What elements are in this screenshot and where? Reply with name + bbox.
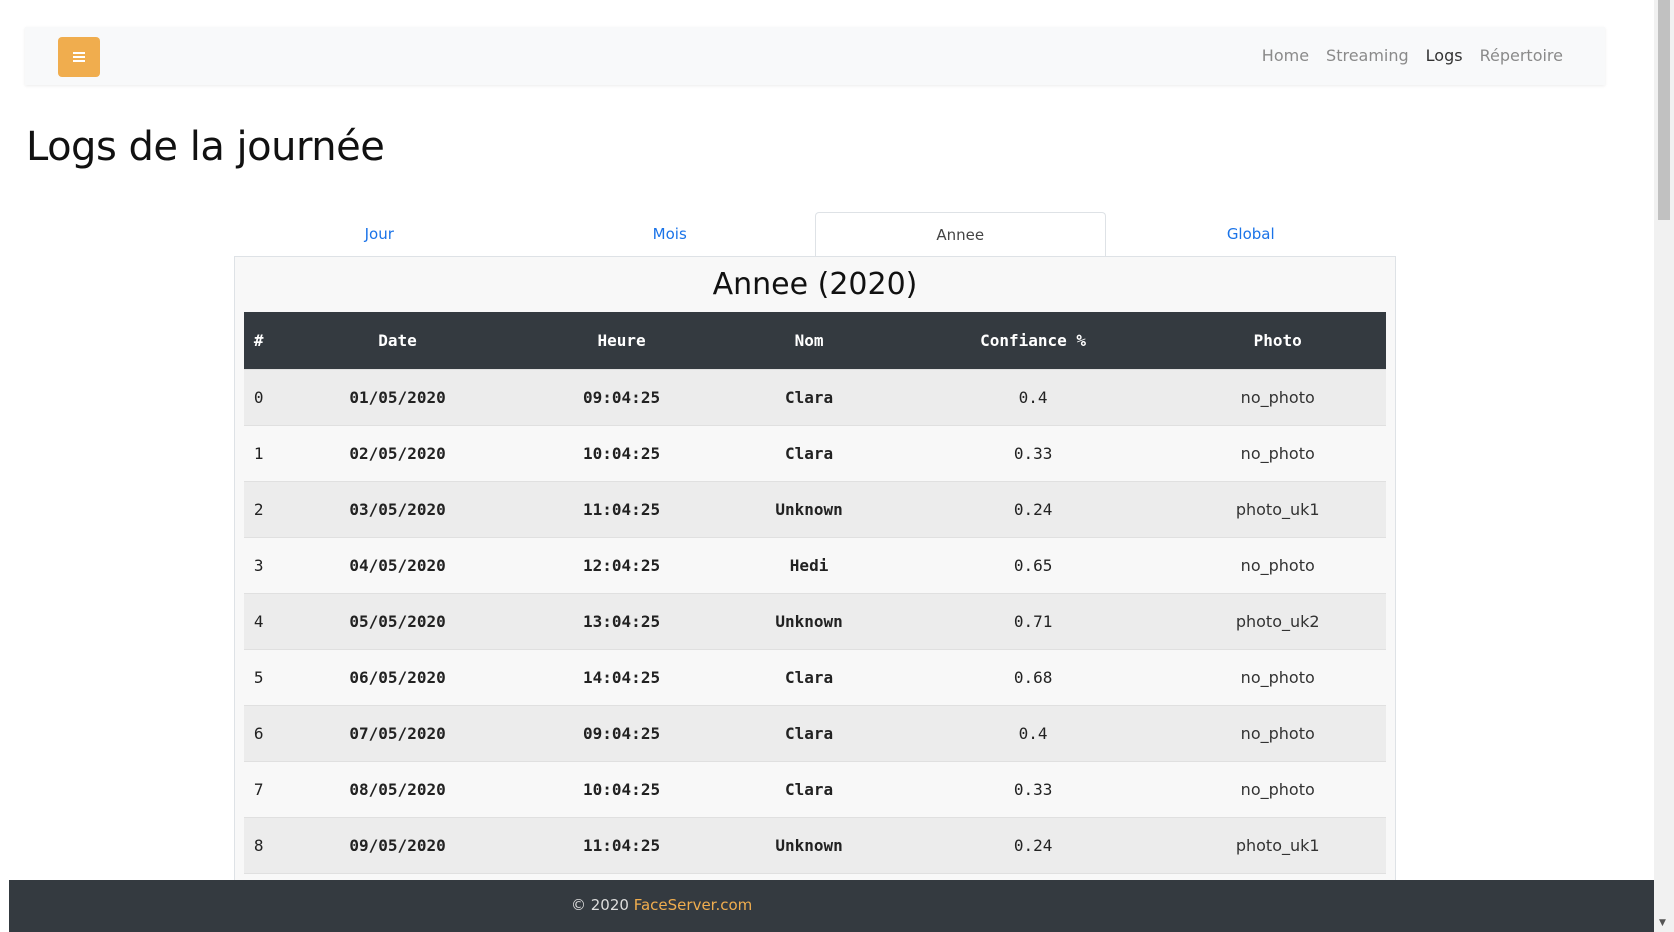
scroll-down-arrow-icon[interactable]: ▼ <box>1659 918 1666 928</box>
cell-nom: Hedi <box>721 537 897 594</box>
tab-jour[interactable]: Jour <box>234 212 524 256</box>
cell-photo: no_photo <box>1169 649 1386 706</box>
cell-date: 05/05/2020 <box>273 593 522 650</box>
cell-index: 8 <box>244 817 274 874</box>
scrollbar-thumb[interactable] <box>1658 0 1670 220</box>
footer-copyright: © 2020 FaceServer.com <box>571 896 752 914</box>
cell-confiance: 0.4 <box>896 369 1170 426</box>
nav-link-home[interactable]: Home <box>1262 46 1309 65</box>
cell-date: 03/05/2020 <box>273 481 522 538</box>
column-header-nom: Nom <box>721 312 897 370</box>
tab-global[interactable]: Global <box>1106 212 1396 256</box>
cell-index: 7 <box>244 761 274 818</box>
cell-confiance: 0.24 <box>896 817 1170 874</box>
cell-confiance: 0.33 <box>896 425 1170 482</box>
cell-confiance: 0.65 <box>896 537 1170 594</box>
tab-mois[interactable]: Mois <box>524 212 814 256</box>
cell-heure: 11:04:25 <box>521 817 722 874</box>
table-row: 6 07/05/2020 09:04:25 Clara 0.4 no_photo <box>244 705 1386 762</box>
cell-nom: Clara <box>721 705 897 762</box>
cell-index: 3 <box>244 537 274 594</box>
cell-photo: photo_uk2 <box>1169 593 1386 650</box>
cell-index: 5 <box>244 649 274 706</box>
navbar: Home Streaming Logs Répertoire <box>25 27 1605 85</box>
cell-photo: photo_uk1 <box>1169 481 1386 538</box>
cell-index: 4 <box>244 593 274 650</box>
column-header-photo: Photo <box>1169 312 1386 370</box>
cell-heure: 09:04:25 <box>521 369 722 426</box>
panel-title: Annee (2020) <box>712 267 918 302</box>
menu-toggle-button[interactable] <box>58 37 100 77</box>
page-scrollbar[interactable]: ▼ <box>1654 0 1674 932</box>
page-title: Logs de la journée <box>26 124 385 170</box>
logs-table: # Date Heure Nom Confiance % Photo 0 01/0… <box>244 312 1386 929</box>
cell-nom: Clara <box>721 761 897 818</box>
table-row: 5 06/05/2020 14:04:25 Clara 0.68 no_photo <box>244 649 1386 706</box>
cell-confiance: 0.24 <box>896 481 1170 538</box>
table-row: 3 04/05/2020 12:04:25 Hedi 0.65 no_photo <box>244 537 1386 594</box>
cell-nom: Unknown <box>721 481 897 538</box>
page: Home Streaming Logs Répertoire Logs de l… <box>0 0 1654 932</box>
column-header-date: Date <box>273 312 522 370</box>
cell-nom: Clara <box>721 369 897 426</box>
nav-link-logs[interactable]: Logs <box>1426 46 1463 65</box>
cell-date: 08/05/2020 <box>273 761 522 818</box>
cell-heure: 10:04:25 <box>521 761 722 818</box>
table-row: 0 01/05/2020 09:04:25 Clara 0.4 no_photo <box>244 369 1386 426</box>
cell-date: 02/05/2020 <box>273 425 522 482</box>
cell-confiance: 0.33 <box>896 761 1170 818</box>
cell-photo: no_photo <box>1169 425 1386 482</box>
cell-date: 04/05/2020 <box>273 537 522 594</box>
cell-date: 06/05/2020 <box>273 649 522 706</box>
table-row: 8 09/05/2020 11:04:25 Unknown 0.24 photo_uk1 <box>244 817 1386 874</box>
cell-confiance: 0.71 <box>896 593 1170 650</box>
footer: © 2020 FaceServer.com <box>9 880 1654 932</box>
tab-annee[interactable]: Annee <box>814 212 1106 256</box>
table-row: 4 05/05/2020 13:04:25 Unknown 0.71 photo_uk2 <box>244 593 1386 650</box>
cell-heure: 14:04:25 <box>521 649 722 706</box>
cell-date: 07/05/2020 <box>273 705 522 762</box>
cell-photo: no_photo <box>1169 761 1386 818</box>
nav-links: Home Streaming Logs Répertoire <box>1262 46 1563 65</box>
column-header-heure: Heure <box>521 312 722 370</box>
table-row: 7 08/05/2020 10:04:25 Clara 0.33 no_photo <box>244 761 1386 818</box>
cell-nom: Unknown <box>721 593 897 650</box>
cell-date: 09/05/2020 <box>273 817 522 874</box>
cell-index: 1 <box>244 425 274 482</box>
table-header-row: # Date Heure Nom Confiance % Photo <box>244 312 1386 370</box>
tab-panel-annee: Annee (2020) # Date Heure Nom Confiance … <box>234 256 1396 932</box>
hamburger-icon <box>73 50 85 64</box>
cell-date: 01/05/2020 <box>273 369 522 426</box>
cell-photo: photo_uk1 <box>1169 817 1386 874</box>
cell-index: 0 <box>244 369 274 426</box>
cell-heure: 12:04:25 <box>521 537 722 594</box>
cell-confiance: 0.68 <box>896 649 1170 706</box>
copyright-text: © 2020 <box>571 896 629 914</box>
cell-nom: Unknown <box>721 817 897 874</box>
cell-photo: no_photo <box>1169 537 1386 594</box>
table-row: 2 03/05/2020 11:04:25 Unknown 0.24 photo_uk1 <box>244 481 1386 538</box>
cell-nom: Clara <box>721 649 897 706</box>
period-tabs: Jour Mois Annee Global <box>234 212 1396 256</box>
table-body: 0 01/05/2020 09:04:25 Clara 0.4 no_photo 1 02/0… <box>244 369 1386 929</box>
cell-index: 2 <box>244 481 274 538</box>
table-row: 1 02/05/2020 10:04:25 Clara 0.33 no_photo <box>244 425 1386 482</box>
cell-nom: Clara <box>721 425 897 482</box>
cell-photo: no_photo <box>1169 369 1386 426</box>
cell-heure: 11:04:25 <box>521 481 722 538</box>
cell-photo: no_photo <box>1169 705 1386 762</box>
nav-link-repertoire[interactable]: Répertoire <box>1480 46 1563 65</box>
cell-heure: 13:04:25 <box>521 593 722 650</box>
cell-index: 6 <box>244 705 274 762</box>
column-header-index: # <box>244 312 274 370</box>
column-header-confiance: Confiance % <box>896 312 1170 370</box>
cell-confiance: 0.4 <box>896 705 1170 762</box>
nav-link-streaming[interactable]: Streaming <box>1326 46 1409 65</box>
footer-site-link[interactable]: FaceServer.com <box>634 896 753 914</box>
cell-heure: 09:04:25 <box>521 705 722 762</box>
cell-heure: 10:04:25 <box>521 425 722 482</box>
